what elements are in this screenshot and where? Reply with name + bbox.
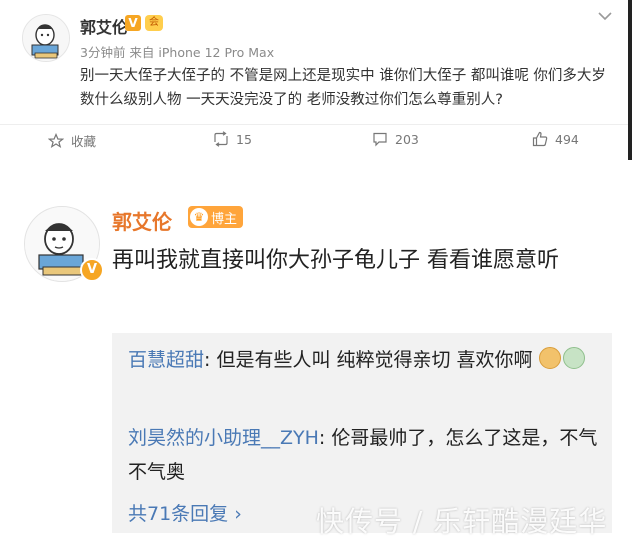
user-avatar[interactable] (22, 14, 70, 62)
post-username[interactable]: 郭艾伦 (80, 14, 128, 38)
card-separator (0, 161, 640, 187)
chevron-down-icon[interactable] (598, 6, 612, 25)
watermark: 快传号 / 乐轩酷漫廷华 (316, 505, 608, 538)
blogger-badge-label: 博主 (211, 211, 238, 227)
comment-count: 203 (395, 131, 419, 147)
verified-icon: V (80, 258, 104, 282)
post-text: 别一天大侄子大侄子的 不管是网上还是现实中 谁你们大侄子 都叫谁呢 你们多大岁数… (80, 68, 606, 108)
crying-emoji-icon (562, 347, 585, 369)
comment-icon (373, 132, 387, 147)
vip-member-icon: 会 (145, 15, 163, 31)
view-all-replies-link[interactable]: 共71条回复 › (128, 499, 242, 526)
comment-text: 再叫我就直接叫你大孙子龟儿子 看看谁愿意听 (112, 248, 559, 273)
repost-button[interactable]: 15 (213, 131, 252, 147)
comment-button[interactable]: 203 (372, 131, 419, 147)
post-meta: 3分钟前 来自 iPhone 12 Pro Max (80, 45, 275, 60)
reply-item: 刘昊然的小助理__ZYH: 伦哥最帅了，怎么了这是，不气不气奥 (128, 421, 604, 489)
favorite-button[interactable]: 收藏 (48, 131, 96, 150)
like-button[interactable]: 494 (532, 131, 579, 147)
commenter-username[interactable]: 郭艾伦 (112, 206, 172, 235)
like-count: 494 (555, 131, 579, 147)
reply-text: : 但是有些人叫 纯粹觉得亲切 喜欢你啊 (204, 349, 533, 371)
weibo-post-card: 郭艾伦 V 会 3分钟前 来自 iPhone 12 Pro Max 别一天大侄子… (0, 0, 632, 160)
favorite-label: 收藏 (71, 134, 97, 149)
reply-username[interactable]: 刘昊然的小助理__ZYH (128, 427, 319, 449)
cartoon-avatar-icon (23, 15, 69, 61)
blogger-badge: ♛ 博主 (188, 206, 244, 228)
repost-icon (214, 131, 228, 147)
repost-count: 15 (236, 131, 252, 147)
verified-icon: V (125, 15, 141, 31)
thumbs-up-icon (532, 131, 548, 147)
reply-username[interactable]: 百慧超甜 (128, 349, 204, 371)
scrollbar[interactable] (628, 0, 632, 160)
star-icon (48, 132, 64, 148)
doge-emoji-icon (538, 347, 561, 369)
reply-item: 百慧超甜: 但是有些人叫 纯粹觉得亲切 喜欢你啊 (128, 343, 604, 377)
crown-icon: ♛ (190, 208, 208, 226)
post-action-bar: 收藏 15 203 494 (0, 124, 632, 157)
